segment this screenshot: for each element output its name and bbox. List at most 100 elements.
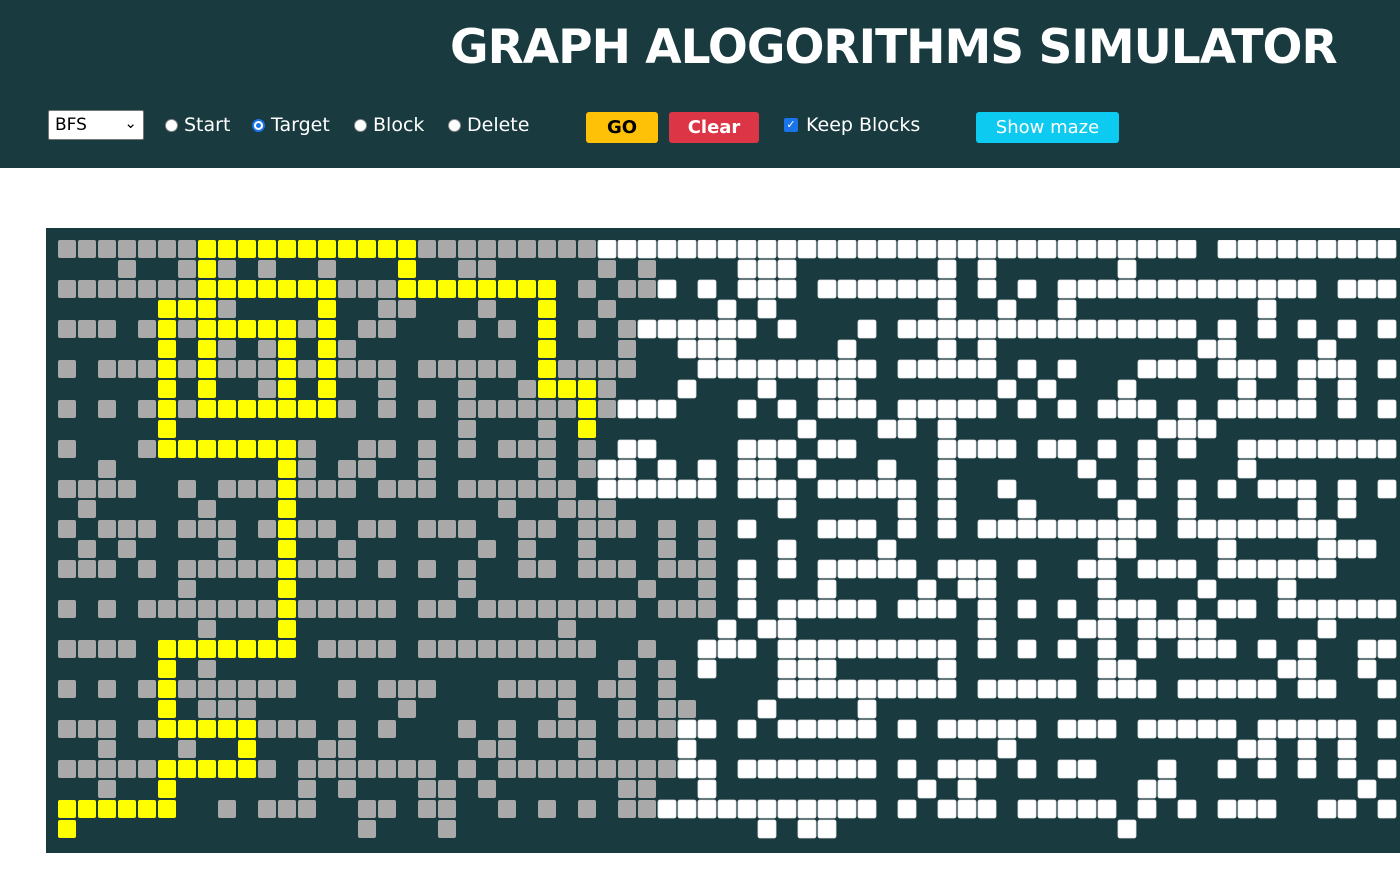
- grid-cell[interactable]: [1278, 680, 1296, 698]
- grid-cell[interactable]: [518, 300, 536, 318]
- grid-cell[interactable]: [1018, 620, 1036, 638]
- grid-cell[interactable]: [438, 420, 456, 438]
- grid-cell[interactable]: [138, 560, 156, 578]
- grid-cell[interactable]: [218, 500, 236, 518]
- grid-cell[interactable]: [977, 259, 997, 279]
- grid-cell[interactable]: [817, 359, 837, 379]
- grid-cell[interactable]: [378, 240, 396, 258]
- grid-cell[interactable]: [1238, 720, 1256, 738]
- grid-cell[interactable]: [958, 540, 976, 558]
- grid-cell[interactable]: [358, 600, 376, 618]
- grid-cell[interactable]: [638, 380, 656, 398]
- grid-cell[interactable]: [778, 300, 796, 318]
- grid-cell[interactable]: [558, 420, 576, 438]
- grid-cell[interactable]: [1118, 740, 1136, 758]
- grid-cell[interactable]: [977, 339, 997, 359]
- grid-cell[interactable]: [678, 400, 696, 418]
- grid-cell[interactable]: [1178, 580, 1196, 598]
- grid-cell[interactable]: [398, 720, 416, 738]
- grid-cell[interactable]: [917, 359, 937, 379]
- grid-cell[interactable]: [438, 460, 456, 478]
- grid-cell[interactable]: [1057, 299, 1077, 319]
- grid-cell[interactable]: [1258, 700, 1276, 718]
- grid-cell[interactable]: [757, 279, 777, 299]
- grid-cell[interactable]: [1317, 599, 1337, 619]
- grid-cell[interactable]: [1097, 399, 1117, 419]
- grid-cell[interactable]: [957, 240, 977, 259]
- grid-cell[interactable]: [878, 380, 896, 398]
- grid-cell[interactable]: [957, 359, 977, 379]
- grid-cell[interactable]: [1077, 619, 1097, 639]
- grid-cell[interactable]: [1158, 460, 1176, 478]
- grid-cell[interactable]: [838, 740, 856, 758]
- grid-cell[interactable]: [438, 340, 456, 358]
- grid-cell[interactable]: [358, 360, 376, 378]
- grid-cell[interactable]: [977, 319, 997, 339]
- grid-cell[interactable]: [158, 360, 176, 378]
- grid-cell[interactable]: [958, 340, 976, 358]
- grid-cell[interactable]: [1297, 379, 1317, 399]
- grid-cell[interactable]: [878, 760, 896, 778]
- grid-cell[interactable]: [178, 740, 196, 758]
- grid-cell[interactable]: [1198, 780, 1216, 798]
- grid-cell[interactable]: [777, 539, 797, 559]
- grid-cell[interactable]: [298, 700, 316, 718]
- grid-cell[interactable]: [338, 360, 356, 378]
- grid-cell[interactable]: [458, 680, 476, 698]
- grid-cell[interactable]: [1358, 620, 1376, 638]
- grid-cell[interactable]: [1057, 799, 1077, 819]
- grid-cell[interactable]: [398, 760, 416, 778]
- grid-cell[interactable]: [318, 340, 336, 358]
- grid-cell[interactable]: [1217, 719, 1237, 739]
- grid-cell[interactable]: [378, 500, 396, 518]
- grid-cell[interactable]: [118, 540, 136, 558]
- grid-cell[interactable]: [778, 380, 796, 398]
- grid-cell[interactable]: [438, 680, 456, 698]
- grid-cell[interactable]: [777, 259, 797, 279]
- grid-cell[interactable]: [1098, 820, 1116, 838]
- grid-cell[interactable]: [498, 560, 516, 578]
- grid-cell[interactable]: [958, 640, 976, 658]
- grid-cell[interactable]: [358, 540, 376, 558]
- grid-cell[interactable]: [918, 660, 936, 678]
- grid-cell[interactable]: [1178, 260, 1196, 278]
- grid-cell[interactable]: [318, 480, 336, 498]
- grid-cell[interactable]: [1318, 740, 1336, 758]
- grid-cell[interactable]: [318, 760, 336, 778]
- grid-cell[interactable]: [998, 800, 1016, 818]
- grid-cell[interactable]: [978, 480, 996, 498]
- grid-cell[interactable]: [958, 480, 976, 498]
- grid-cell[interactable]: [158, 560, 176, 578]
- grid-cell[interactable]: [1257, 319, 1277, 339]
- grid-cell[interactable]: [798, 700, 816, 718]
- grid-cell[interactable]: [378, 640, 396, 658]
- grid-cell[interactable]: [498, 740, 516, 758]
- grid-cell[interactable]: [1117, 819, 1137, 839]
- grid-cell[interactable]: [678, 680, 696, 698]
- grid-cell[interactable]: [1157, 559, 1177, 579]
- grid-cell[interactable]: [1358, 460, 1376, 478]
- grid-cell[interactable]: [1138, 300, 1156, 318]
- grid-cell[interactable]: [1097, 599, 1117, 619]
- grid-cell[interactable]: [1298, 800, 1316, 818]
- grid-cell[interactable]: [717, 619, 737, 639]
- grid-cell[interactable]: [558, 800, 576, 818]
- grid-cell[interactable]: [378, 800, 396, 818]
- grid-cell[interactable]: [258, 420, 276, 438]
- grid-cell[interactable]: [1338, 560, 1356, 578]
- grid-cell[interactable]: [758, 560, 776, 578]
- grid-cell[interactable]: [618, 260, 636, 278]
- grid-cell[interactable]: [918, 460, 936, 478]
- grid-cell[interactable]: [998, 260, 1016, 278]
- grid-cell[interactable]: [778, 420, 796, 438]
- grid-cell[interactable]: [378, 380, 396, 398]
- grid-cell[interactable]: [78, 480, 96, 498]
- grid-cell[interactable]: [518, 420, 536, 438]
- grid-cell[interactable]: [138, 480, 156, 498]
- grid-cell[interactable]: [1058, 700, 1076, 718]
- grid-cell[interactable]: [98, 420, 116, 438]
- grid-cell[interactable]: [98, 640, 116, 658]
- grid-cell[interactable]: [138, 620, 156, 638]
- grid-cell[interactable]: [638, 700, 656, 718]
- grid-cell[interactable]: [758, 520, 776, 538]
